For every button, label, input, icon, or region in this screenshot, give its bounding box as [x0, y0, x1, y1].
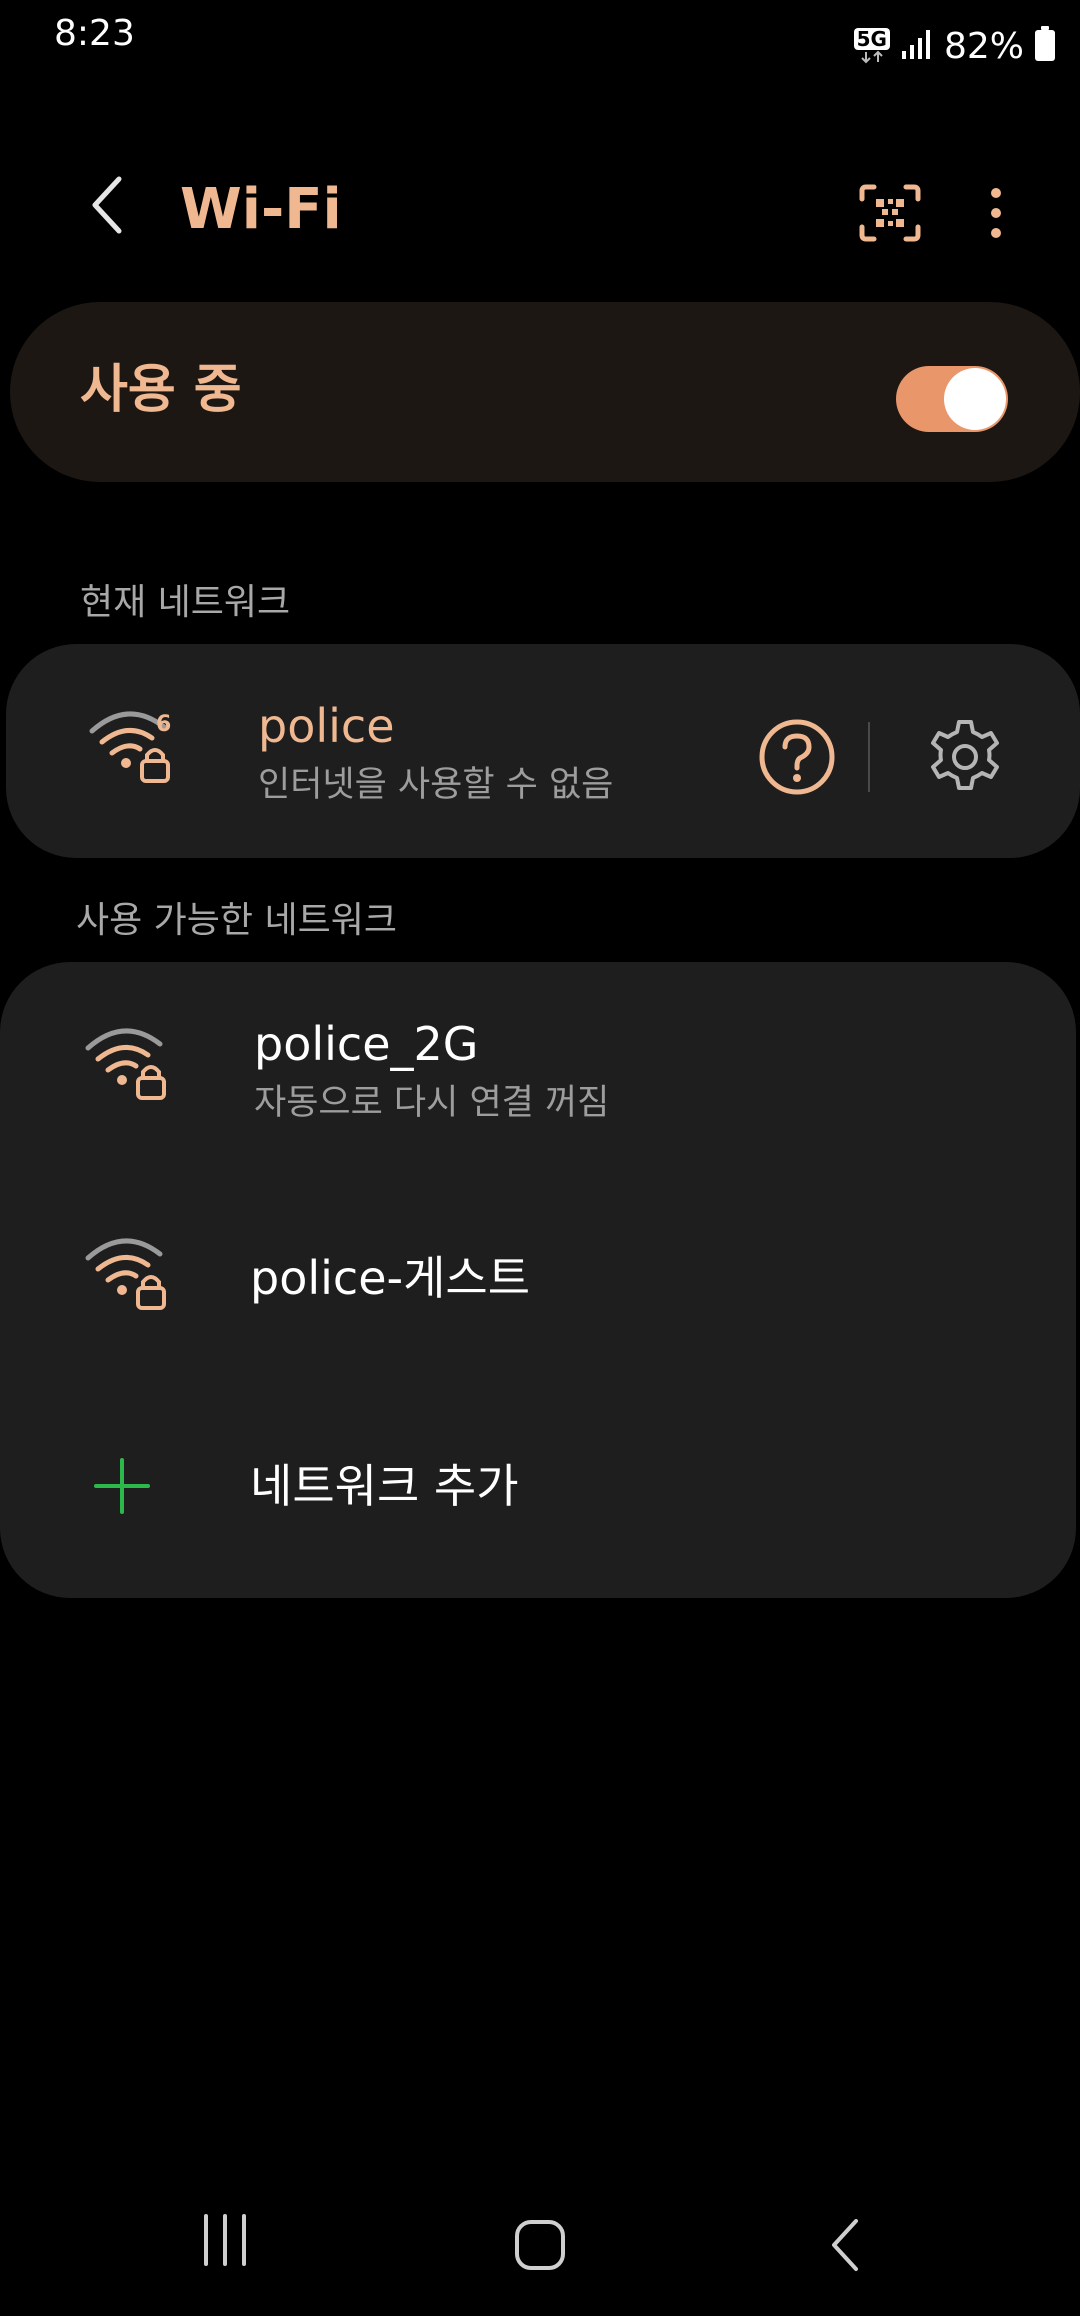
question-circle-icon: [759, 719, 835, 795]
battery-icon: [1034, 26, 1056, 66]
home-button[interactable]: [490, 2200, 590, 2290]
add-network-label: 네트워크 추가: [250, 1459, 519, 1513]
master-switch-label: 사용 중: [80, 360, 242, 420]
qr-code-icon: [859, 184, 921, 242]
back-chevron-icon: [92, 176, 122, 234]
plus-icon: [92, 1456, 152, 1520]
page-title: Wi-Fi: [180, 177, 342, 242]
status-icons: 5G 82%: [853, 20, 1056, 72]
nav-back-button[interactable]: [800, 2200, 890, 2290]
home-icon: [515, 2220, 565, 2270]
battery-percent: 82%: [943, 25, 1024, 67]
recent-apps-icon: [204, 2214, 246, 2266]
network-badge: 5G: [853, 28, 890, 50]
current-network-name: police: [258, 699, 395, 753]
wifi-lock-icon: [84, 1232, 176, 1314]
wifi-lock-icon: [84, 1022, 176, 1104]
current-network-header: 현재 네트워크: [80, 582, 291, 623]
network-help-button[interactable]: [756, 716, 838, 798]
network-status: 자동으로 다시 연결 꺼짐: [254, 1083, 610, 1123]
recent-apps-button[interactable]: [180, 2200, 270, 2280]
available-networks-header: 사용 가능한 네트워크: [76, 900, 397, 941]
signal-icon: [900, 27, 934, 65]
back-button[interactable]: [72, 170, 142, 240]
network-settings-button[interactable]: [924, 716, 1006, 798]
qr-scan-button[interactable]: [850, 178, 930, 248]
network-5g-icon: 5G: [853, 28, 890, 64]
nav-back-icon: [832, 2219, 858, 2271]
network-name: police-게스트: [250, 1251, 531, 1305]
wifi-standard-badge: 6: [156, 712, 172, 737]
status-time: 8:23: [54, 13, 135, 54]
gear-icon: [931, 720, 999, 790]
more-vert-icon: [991, 188, 1001, 238]
current-network-status: 인터넷을 사용할 수 없음: [258, 765, 614, 805]
wifi-toggle[interactable]: [896, 366, 1008, 432]
more-options-button[interactable]: [966, 178, 1026, 248]
toggle-knob: [944, 368, 1006, 430]
action-divider: [868, 722, 870, 792]
add-network-row[interactable]: [0, 1400, 1076, 1570]
network-name: police_2G: [254, 1017, 479, 1071]
